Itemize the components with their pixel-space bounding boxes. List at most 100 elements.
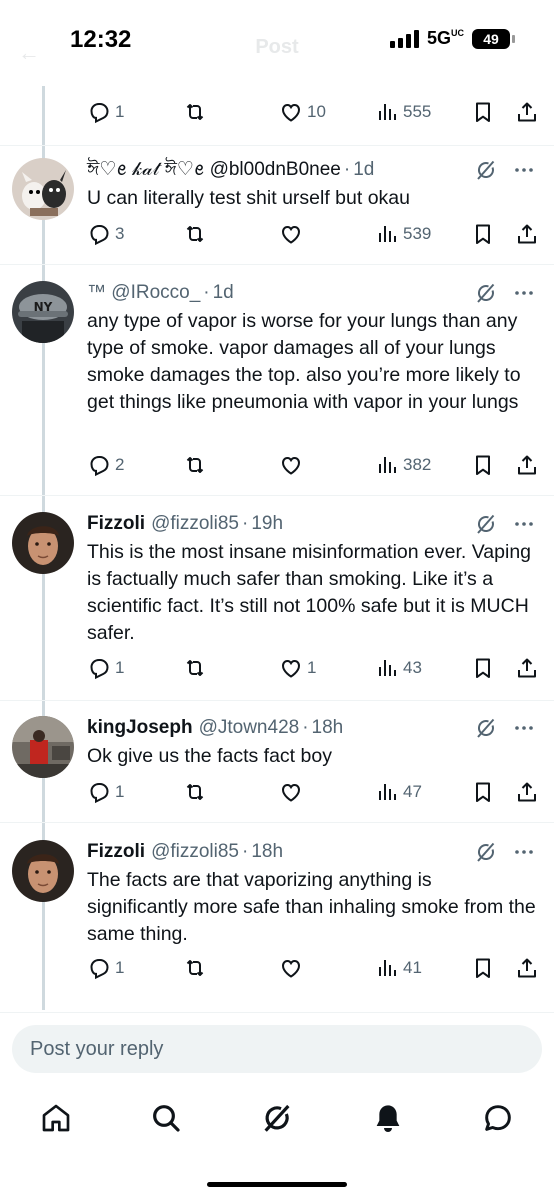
grok-icon[interactable] bbox=[474, 158, 498, 182]
grok-icon[interactable] bbox=[474, 281, 498, 305]
heart-icon bbox=[279, 222, 303, 246]
like-button[interactable] bbox=[279, 780, 307, 804]
like-button[interactable]: 10 bbox=[279, 100, 326, 124]
more-icon[interactable] bbox=[512, 158, 536, 182]
bookmark-button[interactable] bbox=[471, 453, 495, 477]
author-handle[interactable]: ঈ♡ꫀ 𝓀𝒶𝓉 ঈ♡ꫀ @bl00dnB0nee bbox=[87, 158, 341, 182]
author-name[interactable]: Fizzoli bbox=[87, 840, 145, 864]
divider bbox=[0, 264, 554, 265]
share-button[interactable] bbox=[515, 100, 539, 124]
views-button[interactable]: 555 bbox=[375, 100, 431, 124]
avatar[interactable]: NY bbox=[12, 281, 74, 343]
heart-icon bbox=[279, 656, 303, 680]
more-icon[interactable] bbox=[512, 281, 536, 305]
page-title: Post bbox=[255, 36, 299, 58]
tweet-header: Fizzoli @fizzoli85 · 19h bbox=[87, 512, 536, 536]
search-icon bbox=[153, 1105, 180, 1132]
author-name[interactable]: kingJoseph bbox=[87, 716, 193, 740]
bottom-nav bbox=[0, 1086, 554, 1156]
home-indicator[interactable] bbox=[207, 1182, 347, 1187]
bookmark-button[interactable] bbox=[471, 100, 495, 124]
bookmark-button[interactable] bbox=[471, 222, 495, 246]
views-button[interactable]: 43 bbox=[375, 656, 422, 680]
reply-icon bbox=[87, 780, 111, 804]
tweet-header: ঈ♡ꫀ 𝓀𝒶𝓉 ঈ♡ꫀ @bl00dnB0nee · 1d bbox=[87, 158, 536, 182]
nav-messages[interactable] bbox=[480, 1100, 516, 1136]
avatar[interactable] bbox=[12, 716, 74, 778]
views-button[interactable]: 539 bbox=[375, 222, 431, 246]
reply-button[interactable]: 1 bbox=[87, 780, 124, 804]
avatar[interactable] bbox=[12, 512, 74, 574]
share-icon bbox=[515, 956, 539, 980]
like-button[interactable] bbox=[279, 222, 307, 246]
author-handle[interactable]: @fizzoli85 bbox=[151, 840, 239, 864]
views-button[interactable]: 382 bbox=[375, 453, 431, 477]
tweet-header: Fizzoli @fizzoli85 · 18h bbox=[87, 840, 536, 864]
nav-notifications[interactable] bbox=[370, 1100, 406, 1136]
bookmark-button[interactable] bbox=[471, 656, 495, 680]
like-button[interactable] bbox=[279, 956, 307, 980]
share-icon bbox=[515, 656, 539, 680]
author-handle[interactable]: @fizzoli85 bbox=[151, 512, 239, 536]
share-button[interactable] bbox=[515, 780, 539, 804]
bookmark-button[interactable] bbox=[471, 956, 495, 980]
repost-button[interactable] bbox=[183, 222, 207, 246]
timestamp[interactable]: 1d bbox=[213, 281, 234, 305]
repost-button[interactable] bbox=[183, 656, 207, 680]
timestamp[interactable]: 19h bbox=[251, 512, 283, 536]
reply-input[interactable]: Post your reply bbox=[12, 1025, 542, 1073]
repost-button[interactable] bbox=[183, 780, 207, 804]
author-name[interactable]: Fizzoli bbox=[87, 512, 145, 536]
tweet-text: U can literally test shit urself but oka… bbox=[87, 187, 410, 209]
like-button[interactable]: 1 bbox=[279, 656, 316, 680]
timestamp[interactable]: 1d bbox=[353, 158, 374, 182]
author-handle[interactable]: @Jtown428 bbox=[199, 716, 300, 740]
author-handle[interactable]: ™ @IRocco_ bbox=[87, 281, 200, 305]
repost-button[interactable] bbox=[183, 100, 207, 124]
nav-grok[interactable] bbox=[259, 1100, 295, 1136]
repost-icon bbox=[183, 780, 207, 804]
reply-button[interactable]: 1 bbox=[87, 956, 124, 980]
tweet-text: Ok give us the facts fact boy bbox=[87, 745, 332, 767]
bookmark-icon bbox=[471, 656, 495, 680]
reply-button[interactable]: 3 bbox=[87, 222, 124, 246]
tweet-text: any type of vapor is worse for your lung… bbox=[87, 310, 521, 413]
repost-icon bbox=[183, 100, 207, 124]
timestamp[interactable]: 18h bbox=[312, 716, 344, 740]
bookmark-button[interactable] bbox=[471, 780, 495, 804]
share-button[interactable] bbox=[515, 656, 539, 680]
heart-icon bbox=[279, 956, 303, 980]
share-button[interactable] bbox=[515, 453, 539, 477]
share-button[interactable] bbox=[515, 222, 539, 246]
views-button[interactable]: 47 bbox=[375, 780, 422, 804]
tweet-actions: 1 41 bbox=[87, 956, 542, 982]
reply-icon bbox=[87, 222, 111, 246]
avatar[interactable] bbox=[12, 840, 74, 902]
grok-icon[interactable] bbox=[474, 512, 498, 536]
nav-home[interactable] bbox=[38, 1100, 74, 1136]
share-button[interactable] bbox=[515, 956, 539, 980]
bookmark-icon bbox=[471, 453, 495, 477]
reply-icon bbox=[87, 956, 111, 980]
share-icon bbox=[515, 453, 539, 477]
timestamp[interactable]: 18h bbox=[251, 840, 283, 864]
messages-icon bbox=[485, 1105, 511, 1131]
repost-button[interactable] bbox=[183, 956, 207, 980]
views-icon bbox=[375, 100, 399, 124]
views-button[interactable]: 41 bbox=[375, 956, 422, 980]
repost-button[interactable] bbox=[183, 453, 207, 477]
nav-search[interactable] bbox=[148, 1100, 184, 1136]
reply-button[interactable]: 1 bbox=[87, 656, 124, 680]
more-icon[interactable] bbox=[512, 840, 536, 864]
repost-icon bbox=[183, 656, 207, 680]
like-button[interactable] bbox=[279, 453, 307, 477]
grok-icon[interactable] bbox=[474, 840, 498, 864]
more-icon[interactable] bbox=[512, 716, 536, 740]
avatar[interactable] bbox=[12, 158, 74, 220]
reply-button[interactable]: 1 bbox=[87, 100, 124, 124]
views-icon bbox=[375, 453, 399, 477]
tweet-header: kingJoseph @Jtown428 · 18h bbox=[87, 716, 536, 740]
more-icon[interactable] bbox=[512, 512, 536, 536]
grok-icon[interactable] bbox=[474, 716, 498, 740]
reply-button[interactable]: 2 bbox=[87, 453, 124, 477]
